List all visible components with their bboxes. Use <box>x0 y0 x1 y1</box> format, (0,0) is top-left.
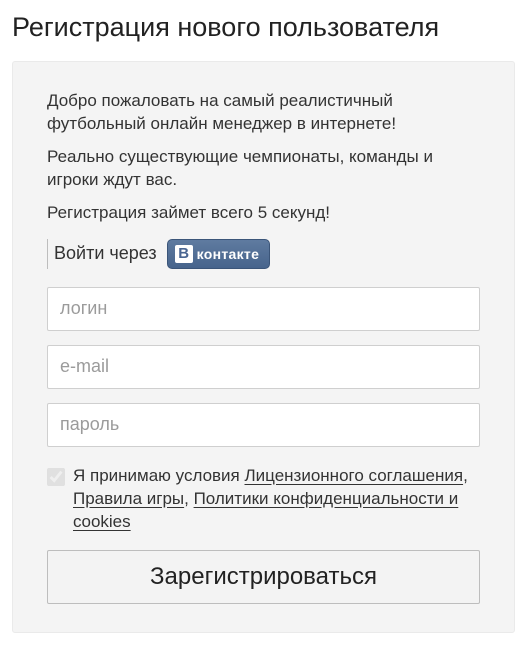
terms-checkbox[interactable] <box>47 468 65 486</box>
vkontakte-icon: В <box>175 245 193 263</box>
password-input[interactable] <box>47 403 480 447</box>
terms-sep1: , <box>463 466 468 485</box>
intro-text-2: Реально существующие чемпионаты, команды… <box>47 146 480 192</box>
vkontakte-login-button[interactable]: В контакте <box>167 239 271 269</box>
email-input[interactable] <box>47 345 480 389</box>
registration-panel: Добро пожаловать на самый реалистичный ф… <box>12 61 515 633</box>
terms-text: Я принимаю условия Лицензионного соглаше… <box>73 465 480 534</box>
register-button[interactable]: Зарегистрироваться <box>47 550 480 604</box>
terms-sep2: , <box>184 489 193 508</box>
login-via-label: Войти через <box>54 243 157 264</box>
page-title: Регистрация нового пользователя <box>12 12 515 43</box>
login-input[interactable] <box>47 287 480 331</box>
terms-row: Я принимаю условия Лицензионного соглаше… <box>47 465 480 534</box>
intro-text-3: Регистрация займет всего 5 секунд! <box>47 202 480 225</box>
license-agreement-link[interactable]: Лицензионного соглашения <box>245 466 464 485</box>
game-rules-link[interactable]: Правила игры <box>73 489 184 508</box>
terms-prefix: Я принимаю условия <box>73 466 245 485</box>
login-via-row: Войти через В контакте <box>47 239 480 269</box>
vkontakte-text: контакте <box>197 246 260 262</box>
intro-text-1: Добро пожаловать на самый реалистичный ф… <box>47 90 480 136</box>
